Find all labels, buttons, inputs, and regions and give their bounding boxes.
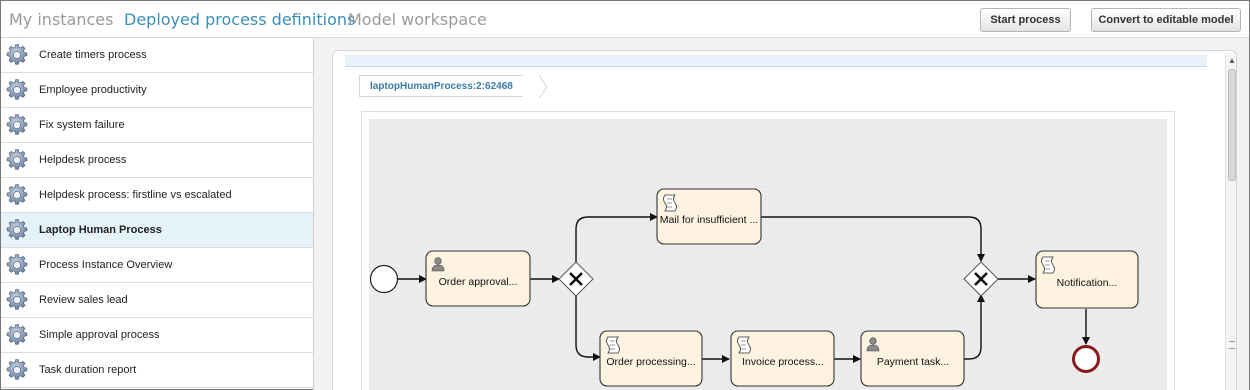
task-label: Mail for insufficient ... [660, 214, 758, 226]
resize-grip-icon[interactable] [1229, 341, 1235, 349]
list-item-label: Helpdesk process: firstline vs escalated [39, 189, 232, 201]
process-definition-list: Create timers process Employee productiv… [1, 38, 314, 390]
gear-icon [5, 78, 29, 102]
start-event[interactable] [369, 264, 399, 294]
list-item-label: Laptop Human Process [39, 224, 162, 236]
gear-icon [5, 113, 29, 137]
gear-icon [5, 323, 29, 347]
breadcrumb[interactable]: laptopHumanProcess:2:62468 [359, 75, 523, 97]
process-diagram: Order approval... Mail for insufficient … [369, 119, 1167, 390]
task-label: Order processing... [606, 356, 695, 368]
gear-icon [5, 148, 29, 172]
list-item-review-sales-lead[interactable]: Review sales lead [1, 283, 313, 318]
list-item-task-duration-report[interactable]: Task duration report [1, 353, 313, 388]
list-item-fix-system-failure[interactable]: Fix system failure [1, 108, 313, 143]
list-item-helpdesk-process[interactable]: Helpdesk process [1, 143, 313, 178]
list-item-laptop-human-process[interactable]: Laptop Human Process [1, 213, 313, 248]
gear-icon [5, 253, 29, 277]
chevron-right-icon [539, 75, 548, 99]
task-invoice-process[interactable]: Invoice process... [730, 330, 835, 387]
start-process-button[interactable]: Start process [980, 8, 1071, 32]
task-label: Order approval... [439, 276, 518, 288]
convert-to-editable-model-button[interactable]: Convert to editable model [1091, 8, 1241, 32]
list-item-process-instance-overview[interactable]: Process Instance Overview [1, 248, 313, 283]
list-item-label: Review sales lead [39, 294, 128, 306]
gear-icon [5, 43, 29, 67]
tab-my-instances[interactable]: My instances [9, 10, 113, 29]
list-item-label: Helpdesk process [39, 154, 127, 166]
end-event[interactable] [1072, 345, 1100, 373]
list-item-employee-productivity[interactable]: Employee productivity [1, 73, 313, 108]
list-item-label: Employee productivity [39, 84, 147, 96]
task-label: Invoice process... [742, 356, 824, 368]
list-item-label: Task duration report [39, 364, 137, 376]
task-payment-task[interactable]: Payment task... [860, 330, 965, 387]
task-order-approval[interactable]: Order approval... [425, 250, 531, 307]
vertical-scrollbar[interactable]: ▲ [1225, 53, 1236, 390]
list-item-create-timers-process[interactable]: Create timers process [1, 38, 313, 73]
scroll-up-arrow-icon[interactable]: ▲ [1226, 55, 1236, 67]
tab-deployed-process-definitions[interactable]: Deployed process definitions [124, 10, 355, 29]
gear-icon [5, 218, 29, 242]
list-item-label: Simple approval process [39, 329, 160, 341]
info-bar [345, 55, 1207, 67]
task-notification[interactable]: Notification... [1035, 250, 1139, 309]
list-item-label: Process Instance Overview [39, 259, 173, 271]
scrollbar-thumb[interactable] [1228, 69, 1236, 181]
process-detail-panel: laptopHumanProcess:2:62468 Order approva… [332, 50, 1237, 390]
list-item-helpdesk-firstline-vs-escalated[interactable]: Helpdesk process: firstline vs escalated [1, 178, 313, 213]
task-order-processing[interactable]: Order processing... [599, 330, 703, 387]
task-label: Payment task... [877, 356, 949, 368]
gear-icon [5, 183, 29, 207]
list-item-label: Create timers process [39, 49, 147, 61]
gear-icon [5, 288, 29, 312]
list-item-simple-approval-process[interactable]: Simple approval process [1, 318, 313, 353]
list-item-label: Fix system failure [39, 119, 125, 131]
task-mail-for-insufficient[interactable]: Mail for insufficient ... [656, 188, 762, 245]
task-label: Notification... [1057, 277, 1118, 289]
top-navigation: My instances Deployed process definition… [1, 1, 1249, 38]
gear-icon [5, 358, 29, 382]
tab-model-workspace[interactable]: Model workspace [348, 10, 487, 29]
main-content: laptopHumanProcess:2:62468 Order approva… [314, 38, 1249, 390]
